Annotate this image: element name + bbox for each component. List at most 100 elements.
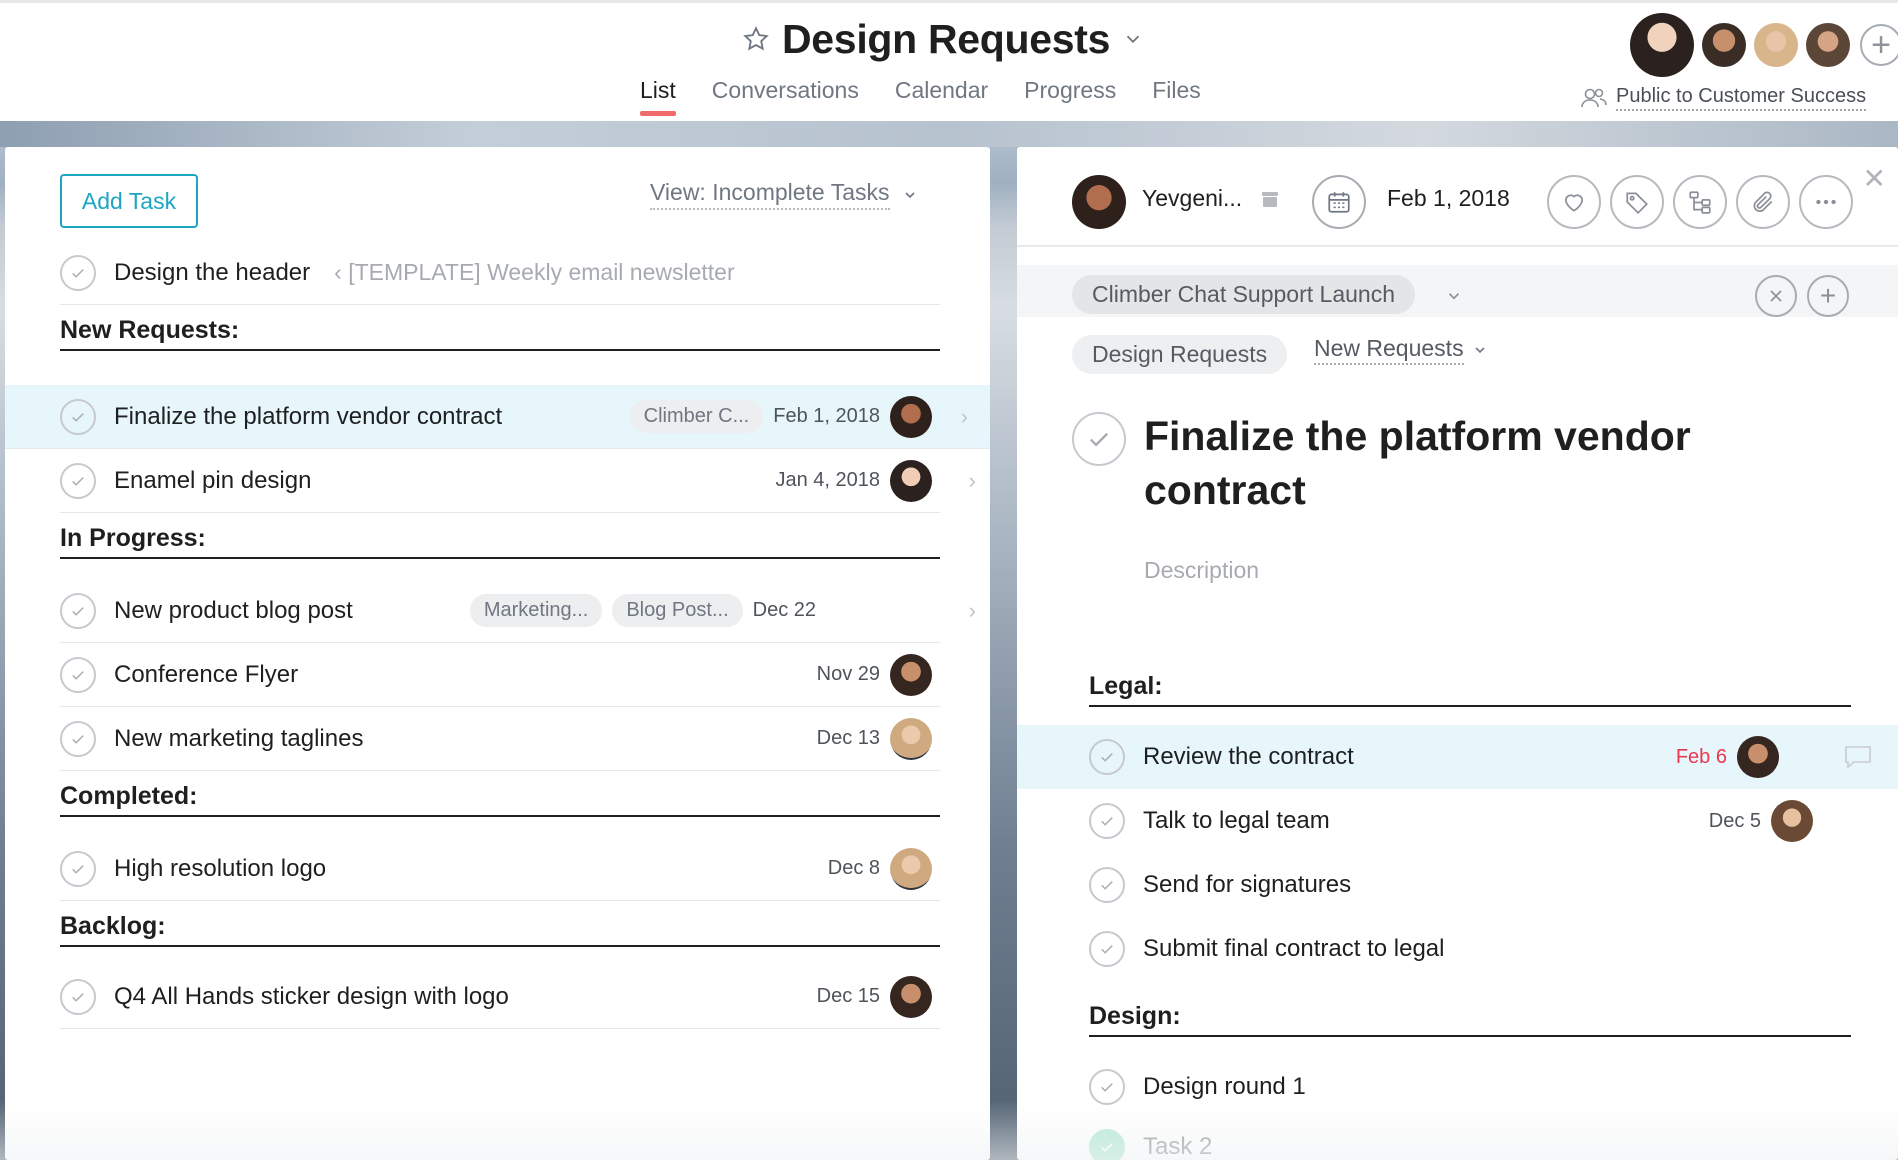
- task-row[interactable]: New marketing taglines Dec 13: [60, 707, 940, 771]
- task-row[interactable]: Enamel pin design Jan 4, 2018 ›: [60, 449, 976, 513]
- subtask-icon[interactable]: [1673, 175, 1727, 229]
- project-tag[interactable]: Blog Post...: [612, 594, 743, 627]
- avatar[interactable]: [890, 975, 932, 1018]
- subtask-row[interactable]: Review the contract Feb 6: [1017, 725, 1898, 789]
- add-member-button[interactable]: +: [1860, 24, 1898, 66]
- subtask-row[interactable]: Send for signatures: [1089, 853, 1851, 917]
- project-tag[interactable]: Climber C...: [629, 400, 764, 433]
- check-icon[interactable]: [1089, 1129, 1125, 1160]
- section-header[interactable]: Backlog:: [60, 901, 940, 947]
- due-date[interactable]: Feb 1, 2018: [1387, 185, 1510, 212]
- task-meta: Dec 13: [817, 707, 932, 770]
- add-project-button[interactable]: +: [1807, 275, 1849, 317]
- avatar[interactable]: [1754, 23, 1798, 67]
- project-pill[interactable]: Design Requests: [1072, 335, 1288, 374]
- view-filter-dropdown[interactable]: View: Incomplete Tasks: [650, 179, 918, 210]
- due-date[interactable]: Jan 4, 2018: [775, 469, 880, 492]
- task-row[interactable]: High resolution logo Dec 8: [60, 837, 940, 901]
- description-field[interactable]: Description: [1144, 557, 1259, 584]
- check-icon[interactable]: [60, 592, 96, 629]
- attachment-icon[interactable]: [1736, 175, 1790, 229]
- due-date[interactable]: Nov 29: [817, 663, 880, 686]
- check-icon[interactable]: [60, 850, 96, 887]
- check-icon[interactable]: [1089, 1069, 1125, 1105]
- task-meta: Nov 29: [817, 643, 932, 706]
- chevron-down-icon[interactable]: [1122, 28, 1144, 50]
- check-icon[interactable]: [60, 398, 96, 435]
- tab-list[interactable]: List: [640, 77, 676, 116]
- more-options-icon[interactable]: [1799, 175, 1853, 229]
- subtask-name: Submit final contract to legal: [1143, 935, 1445, 962]
- avatar[interactable]: [890, 395, 932, 438]
- avatar[interactable]: [890, 847, 932, 890]
- check-icon[interactable]: [60, 720, 96, 757]
- task-title[interactable]: Finalize the platform vendor contract: [1144, 409, 1784, 517]
- due-date[interactable]: Dec 13: [817, 727, 880, 750]
- comment-icon[interactable]: [1842, 743, 1874, 776]
- avatar[interactable]: [1771, 800, 1813, 842]
- avatar[interactable]: [1702, 23, 1746, 67]
- check-icon[interactable]: [1089, 803, 1125, 839]
- task-row[interactable]: Conference Flyer Nov 29: [60, 643, 940, 707]
- check-icon[interactable]: [1089, 867, 1125, 903]
- check-icon[interactable]: [60, 978, 96, 1015]
- task-name: Conference Flyer: [114, 660, 299, 688]
- tab-calendar[interactable]: Calendar: [895, 77, 988, 116]
- avatar[interactable]: [890, 459, 932, 502]
- task-breadcrumb[interactable]: ‹ [TEMPLATE] Weekly email newsletter: [334, 259, 735, 286]
- like-icon[interactable]: [1547, 175, 1601, 229]
- section-select[interactable]: New Requests: [1314, 335, 1488, 365]
- avatar[interactable]: [1737, 736, 1779, 778]
- task-name: Enamel pin design: [114, 466, 312, 494]
- check-icon[interactable]: [60, 656, 96, 693]
- remove-assignee-icon[interactable]: [1260, 189, 1280, 209]
- subtask-row[interactable]: Submit final contract to legal: [1089, 917, 1851, 981]
- check-icon[interactable]: [1089, 931, 1125, 967]
- chevron-right-icon[interactable]: ›: [969, 449, 976, 512]
- subtask-row[interactable]: Design round 1: [1089, 1055, 1851, 1119]
- calendar-icon[interactable]: [1312, 175, 1366, 229]
- check-icon[interactable]: [60, 254, 96, 291]
- subtask-section-header[interactable]: Design:: [1089, 991, 1851, 1037]
- star-icon[interactable]: [740, 23, 772, 55]
- task-meta: Jan 4, 2018: [775, 449, 932, 512]
- assignee-name[interactable]: Yevgeni...: [1142, 185, 1242, 212]
- check-icon[interactable]: [60, 462, 96, 499]
- add-task-button[interactable]: Add Task: [60, 174, 198, 228]
- due-date[interactable]: Dec 22: [753, 599, 816, 622]
- tab-files[interactable]: Files: [1152, 77, 1201, 116]
- subtask-section-header[interactable]: Legal:: [1089, 661, 1851, 707]
- project-tag[interactable]: Marketing...: [469, 594, 603, 627]
- check-icon[interactable]: [1089, 739, 1125, 775]
- tag-icon[interactable]: [1610, 175, 1664, 229]
- avatar[interactable]: [1806, 23, 1850, 67]
- avatar[interactable]: [890, 717, 932, 760]
- subtask-row[interactable]: Task 2: [1089, 1115, 1851, 1160]
- chevron-right-icon[interactable]: ›: [961, 385, 968, 448]
- subtask-row[interactable]: Talk to legal team Dec 5: [1089, 789, 1851, 853]
- privacy-setting[interactable]: Public to Customer Success: [1580, 85, 1867, 111]
- avatar[interactable]: [890, 653, 932, 696]
- section-header[interactable]: Completed:: [60, 771, 940, 817]
- assignee-avatar[interactable]: [1072, 175, 1126, 229]
- tab-progress[interactable]: Progress: [1024, 77, 1116, 116]
- tab-conversations[interactable]: Conversations: [712, 77, 859, 116]
- task-row[interactable]: Q4 All Hands sticker design with logo De…: [60, 965, 940, 1029]
- section-header[interactable]: New Requests:: [60, 305, 940, 351]
- chevron-down-icon[interactable]: [1445, 287, 1463, 305]
- due-date[interactable]: Feb 1, 2018: [773, 405, 880, 428]
- close-icon[interactable]: ✕: [1863, 165, 1886, 193]
- task-row[interactable]: Design the header ‹ [TEMPLATE] Weekly em…: [60, 241, 940, 305]
- due-date[interactable]: Dec 5: [1709, 810, 1761, 833]
- complete-task-icon[interactable]: [1072, 412, 1126, 466]
- due-date[interactable]: Feb 6: [1676, 746, 1727, 769]
- project-pill[interactable]: Climber Chat Support Launch: [1072, 275, 1415, 314]
- task-row[interactable]: Finalize the platform vendor contract Cl…: [5, 385, 990, 449]
- remove-project-button[interactable]: [1755, 275, 1797, 317]
- due-date[interactable]: Dec 15: [817, 985, 880, 1008]
- due-date[interactable]: Dec 8: [828, 857, 880, 880]
- chevron-right-icon[interactable]: ›: [969, 579, 976, 642]
- task-row[interactable]: New product blog post Marketing... Blog …: [60, 579, 976, 643]
- avatar[interactable]: [1630, 13, 1694, 77]
- section-header[interactable]: In Progress:: [60, 513, 940, 559]
